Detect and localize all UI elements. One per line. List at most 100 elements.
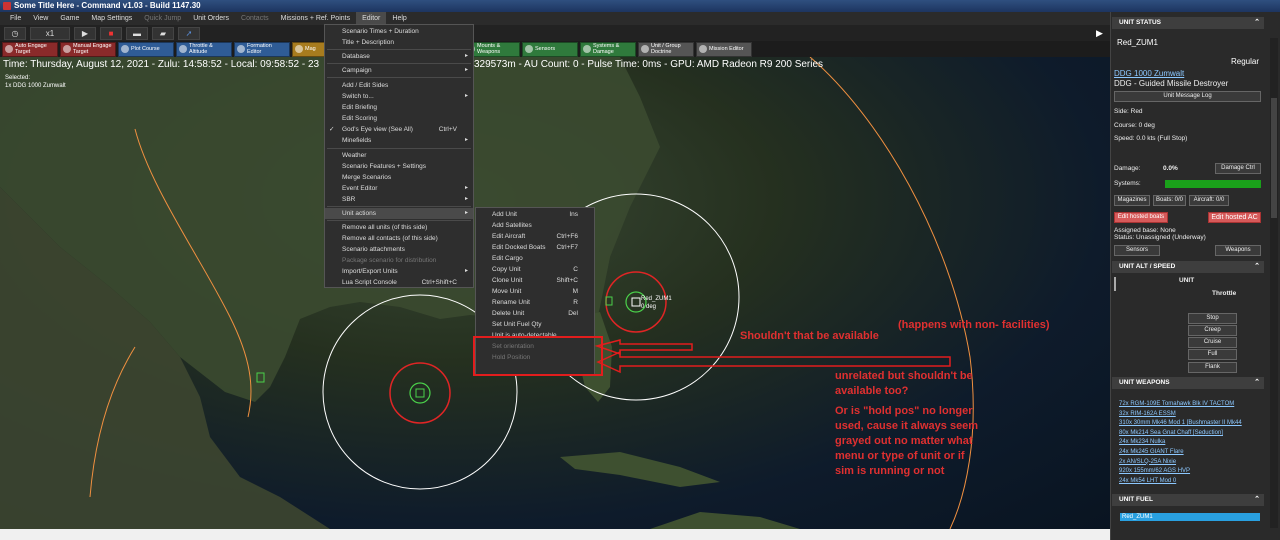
submenu-edit-cargo[interactable]: Edit Cargo [476, 253, 594, 264]
facility-marker[interactable] [415, 388, 425, 398]
aircraft-button[interactable]: Aircraft: 0/0 [1189, 195, 1229, 206]
weapon-item[interactable]: 32x RIM-162A ESSM [1119, 410, 1259, 420]
weapons-panel-button[interactable]: Weapons [1215, 245, 1261, 256]
menu-item-scenario-attachments[interactable]: Scenario attachments [325, 244, 473, 255]
menu-item-gods-eye[interactable]: ✓ God's Eye view (See All) Ctrl+V [325, 124, 473, 135]
magazine-button[interactable]: Mag [292, 41, 326, 57]
edit-hosted-boats-button[interactable]: Edit hosted boats [1114, 212, 1168, 223]
alt-speed-header[interactable]: UNIT ALT / SPEED ⌃ [1112, 261, 1264, 273]
menu-item-edit-scoring[interactable]: Edit Scoring [325, 113, 473, 124]
weapon-item[interactable]: 24x Mk234 Nulka [1119, 438, 1259, 448]
weapon-item[interactable]: 80x Mk214 Sea Gnat Chaff [Seduction] [1119, 429, 1259, 439]
play-icon[interactable]: ▶ [74, 26, 96, 40]
submenu-edit-aircraft[interactable]: Edit Aircraft Ctrl+F6 [476, 231, 594, 242]
weapon-item[interactable]: 72x RGM-109E Tomahawk Blk IV TACTOM [1119, 400, 1259, 410]
unit-marker-red-zum1[interactable] [631, 297, 641, 307]
weapon-item[interactable]: 2x AN/SLQ-25A Nixie [1119, 458, 1259, 468]
chevron-right-icon: ▸ [464, 268, 468, 274]
submenu-edit-docked-boats[interactable]: Edit Docked Boats Ctrl+F7 [476, 242, 594, 253]
throttle-flank-button[interactable]: Flank [1188, 362, 1237, 373]
menu-item-scenario-times[interactable]: Scenario Times + Duration [325, 26, 473, 37]
menu-item-remove-all-units[interactable]: Remove all units (of this side) [325, 222, 473, 233]
panel-collapse-icon[interactable]: ▶ [1096, 28, 1108, 38]
throttle-full-button[interactable]: Full [1188, 349, 1237, 360]
menu-item-remove-all-contacts[interactable]: Remove all contacts (of this side) [325, 233, 473, 244]
unit-class-link[interactable]: DDG 1000 Zumwalt [1114, 69, 1184, 78]
mission-editor-button[interactable]: Mission Editor [696, 41, 752, 57]
throttle-cruise-button[interactable]: Cruise [1188, 337, 1237, 348]
submenu-set-fuel-qty[interactable]: Set Unit Fuel Qty [476, 319, 594, 330]
selection-info: Selected: 1x DDG 1000 Zumwalt [5, 74, 66, 90]
unit-fuel-header[interactable]: UNIT FUEL ⌃ [1112, 494, 1264, 506]
throttle-stop-button[interactable]: Stop [1188, 313, 1237, 324]
plot-course-button[interactable]: Plot Course [118, 41, 174, 57]
menu-item-weather[interactable]: Weather [325, 150, 473, 161]
weapon-item[interactable]: 24x Mk245 GIANT Flare [1119, 448, 1259, 458]
chevron-up-icon[interactable]: ⌃ [1254, 17, 1260, 29]
menu-map-settings[interactable]: Map Settings [85, 12, 138, 25]
edit-hosted-ac-button[interactable]: Edit hosted AC [1208, 212, 1261, 223]
menu-item-edit-briefing[interactable]: Edit Briefing [325, 102, 473, 113]
submenu-move-unit[interactable]: Move Unit M [476, 286, 594, 297]
unit-message-log-button[interactable]: Unit Message Log [1114, 91, 1261, 102]
menu-unit-orders[interactable]: Unit Orders [187, 12, 235, 25]
chevron-up-icon[interactable]: ⌃ [1254, 377, 1260, 389]
menu-quick-jump[interactable]: Quick Jump [138, 12, 187, 25]
stop-icon[interactable]: ■ [100, 26, 122, 40]
menu-item-event-editor[interactable]: Event Editor ▸ [325, 183, 473, 194]
clock-icon[interactable]: ◷ [4, 26, 26, 40]
menu-item-package-scenario[interactable]: Package scenario for distribution [325, 255, 473, 266]
unit-weapons-header[interactable]: UNIT WEAPONS ⌃ [1112, 377, 1264, 389]
annotation-highlight-box [473, 336, 603, 376]
panel-scrollbar[interactable] [1270, 38, 1278, 528]
doctrine-button[interactable]: Unit / Group Doctrine [638, 41, 694, 57]
chevron-up-icon[interactable]: ⌃ [1254, 261, 1260, 273]
auto-engage-button[interactable]: Auto Engage Target [2, 41, 58, 57]
submenu-add-satellites[interactable]: Add Satellites [476, 220, 594, 231]
menu-item-label: Campaign [342, 67, 372, 74]
menu-item-merge-scenarios[interactable]: Merge Scenarios [325, 172, 473, 183]
menu-contacts[interactable]: Contacts [235, 12, 275, 25]
menu-item-database[interactable]: Database ▸ [325, 51, 473, 62]
submenu-delete-unit[interactable]: Delete Unit Del [476, 308, 594, 319]
menu-item-lua-console[interactable]: Lua Script Console Ctrl+Shift+C [325, 277, 473, 288]
menu-view[interactable]: View [27, 12, 54, 25]
formation-editor-button[interactable]: Formation Editor [234, 41, 290, 57]
menu-item-minefields[interactable]: Minefields ▸ [325, 135, 473, 146]
unit-icon[interactable]: ▰ [152, 26, 174, 40]
unit-status-header[interactable]: UNIT STATUS ⌃ [1112, 17, 1264, 29]
menu-item-scenario-features[interactable]: Scenario Features + Settings [325, 161, 473, 172]
submenu-copy-unit[interactable]: Copy Unit C [476, 264, 594, 275]
chevron-up-icon[interactable]: ⌃ [1254, 494, 1260, 506]
menu-item-campaign[interactable]: Campaign ▸ [325, 65, 473, 76]
sensors-button[interactable]: Sensors [522, 41, 578, 57]
manual-engage-button[interactable]: Manual Engage Target [60, 41, 116, 57]
menu-item-add-edit-sides[interactable]: Add / Edit Sides [325, 80, 473, 91]
throttle-altitude-button[interactable]: Throttle & Altitude [176, 41, 232, 57]
scrollbar-thumb[interactable] [1271, 98, 1277, 218]
chevron-right-icon: ▸ [464, 210, 468, 216]
menu-item-import-export[interactable]: Import/Export Units ▸ [325, 266, 473, 277]
submenu-clone-unit[interactable]: Clone Unit Shift+C [476, 275, 594, 286]
weapon-item[interactable]: 24x Mk54 LHT Mod 0 [1119, 477, 1259, 487]
boats-button[interactable]: Boats: 0/0 [1153, 195, 1186, 206]
time-compression-button[interactable]: x1 [30, 26, 70, 40]
systems-damage-button[interactable]: Systems & Damage [580, 41, 636, 57]
menu-item-title-description[interactable]: Title + Description [325, 37, 473, 48]
step-icon[interactable]: ▬ [126, 26, 148, 40]
sensors-panel-button[interactable]: Sensors [1114, 245, 1160, 256]
menu-file[interactable]: File [4, 12, 27, 25]
damage-ctrl-button[interactable]: Damage Ctrl [1215, 163, 1261, 174]
menu-item-sbr[interactable]: SBR ▸ [325, 194, 473, 205]
altitude-slider[interactable] [1114, 277, 1116, 291]
pointer-icon[interactable]: ➚ [178, 26, 200, 40]
weapon-item[interactable]: 920x 155mm/62 AGS HVP [1119, 467, 1259, 477]
menu-item-unit-actions[interactable]: Unit actions ▸ [325, 208, 473, 219]
submenu-rename-unit[interactable]: Rename Unit R [476, 297, 594, 308]
throttle-creep-button[interactable]: Creep [1188, 325, 1237, 336]
menu-item-switch-to[interactable]: Switch to... ▸ [325, 91, 473, 102]
submenu-add-unit[interactable]: Add Unit Ins [476, 209, 594, 220]
magazines-button[interactable]: Magazines [1114, 195, 1150, 206]
weapon-item[interactable]: 310x 30mm Mk46 Mod 1 [Bushmaster II Mk44 [1119, 419, 1259, 429]
menu-game[interactable]: Game [54, 12, 85, 25]
